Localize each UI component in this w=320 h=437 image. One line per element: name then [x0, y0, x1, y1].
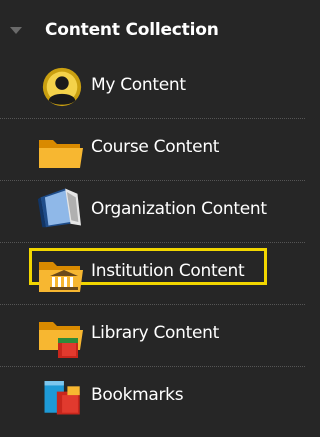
nav-item-label: Organization Content: [91, 199, 267, 219]
institution-folder-icon: [39, 262, 83, 292]
nav-item-label: Institution Content: [91, 261, 245, 281]
nav-item-label: My Content: [91, 75, 186, 95]
organization-book-icon: [37, 188, 81, 228]
nav-item-bookmarks[interactable]: Bookmarks: [0, 366, 305, 428]
folder-icon: [39, 140, 83, 168]
nav-item-organization-content[interactable]: Organization Content: [0, 180, 305, 242]
user-avatar-icon: [42, 67, 82, 107]
nav-item-label: Library Content: [91, 323, 219, 343]
nav-item-library-content[interactable]: Library Content: [0, 304, 305, 366]
content-collection-header[interactable]: Content Collection: [0, 0, 305, 56]
nav-item-label: Course Content: [91, 137, 220, 157]
caret-down-icon[interactable]: [10, 27, 22, 34]
nav-item-my-content[interactable]: My Content: [0, 56, 305, 118]
bookmarks-icon: [44, 381, 80, 415]
content-collection-title: Content Collection: [45, 20, 219, 40]
content-collection-panel: Content Collection My Content Course Con…: [0, 0, 305, 437]
nav-item-course-content[interactable]: Course Content: [0, 118, 305, 180]
nav-item-institution-content[interactable]: Institution Content: [0, 242, 305, 304]
nav-item-label: Bookmarks: [91, 385, 184, 405]
library-folder-icon: [39, 322, 83, 358]
